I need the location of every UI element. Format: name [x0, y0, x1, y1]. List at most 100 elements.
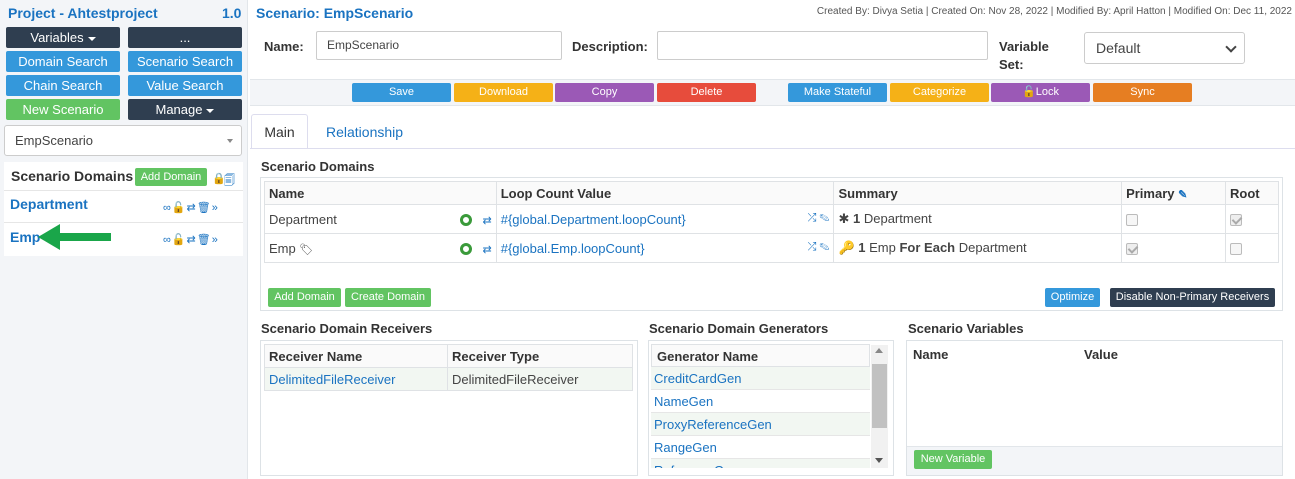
tab-relationship[interactable]: Relationship: [326, 124, 403, 140]
unlock-icon: 🔓: [1022, 86, 1036, 98]
loop-count-link[interactable]: #{global.Emp.loopCount}: [501, 241, 645, 256]
generators-list: Generator Name CreditCardGen NameGen Pro…: [651, 344, 870, 468]
table-row: Emp 🏷 ⇄ #{global.Emp.loopCount} ⤮ ✎ 🔑 1 …: [264, 233, 1280, 263]
manage-button-label: Manage: [155, 102, 203, 117]
locked-list-icon[interactable]: 🗐: [224, 172, 235, 191]
description-label: Description:: [572, 39, 648, 54]
name-label: Name:: [264, 39, 304, 54]
domain-name: Department: [269, 211, 337, 227]
key-icon: 🔑: [838, 240, 855, 255]
divider: [4, 190, 243, 191]
scenario-select[interactable]: EmpScenario: [4, 125, 242, 156]
table-row: DelimitedFileReceiver DelimitedFileRecei…: [264, 367, 633, 391]
col-root: Root: [1224, 181, 1280, 205]
green-arrow-shaft: [58, 233, 111, 241]
description-input[interactable]: [657, 31, 988, 60]
delete-button[interactable]: Delete: [657, 83, 756, 102]
row-icons: ⇄: [459, 241, 492, 256]
variables-button[interactable]: Variables: [6, 27, 120, 48]
project-title: Project - Ahtestproject: [8, 5, 158, 21]
project-version: 1.0: [222, 5, 242, 21]
generators-scroll-thumb[interactable]: [872, 364, 887, 428]
root-checkbox[interactable]: [1229, 214, 1242, 227]
domain-name: Emp: [269, 240, 296, 256]
generator-item[interactable]: RangeGen: [651, 436, 870, 459]
scroll-down-icon[interactable]: [875, 458, 883, 463]
variable-set-label: Variable: [999, 39, 1049, 54]
sync-button[interactable]: Sync: [1093, 83, 1192, 102]
receiver-name-link[interactable]: DelimitedFileReceiver: [269, 372, 395, 387]
primary-checkbox[interactable]: [1126, 243, 1139, 256]
summary-cell: 🔑 1 Emp For Each Department: [833, 233, 1123, 263]
tab-main[interactable]: Main: [251, 114, 308, 148]
left-domain-emp[interactable]: Emp: [10, 229, 40, 245]
scenario-meta: Created By: Divya Setia | Created On: No…: [816, 6, 1292, 17]
green-arrow-icon: [38, 224, 60, 250]
root-checkbox[interactable]: [1229, 243, 1242, 256]
create-domain-button[interactable]: Create Domain: [345, 288, 431, 307]
domain-row-actions-icons[interactable]: ∞🔓⇄🗑︎»: [163, 201, 219, 214]
table-row: Department ⇄ #{global.Department.loopCou…: [264, 204, 1280, 234]
categorize-button[interactable]: Categorize: [890, 83, 989, 102]
swap-icon[interactable]: ⇄: [483, 215, 492, 227]
lifebuoy-icon[interactable]: [459, 214, 472, 227]
swap-icon[interactable]: ⇄: [483, 244, 492, 256]
add-domain-button[interactable]: Add Domain: [268, 288, 341, 307]
scenario-title: Scenario: EmpScenario: [256, 5, 414, 21]
domain-name-cell: Emp 🏷 ⇄: [264, 233, 497, 263]
lock-button[interactable]: 🔓Lock: [991, 83, 1090, 102]
col-receiver-type: Receiver Type: [447, 344, 633, 368]
save-button[interactable]: Save: [352, 83, 451, 102]
generator-item[interactable]: CreditCardGen: [651, 367, 870, 390]
col-variable-name: Name: [913, 347, 949, 362]
summary-tail: Department: [958, 240, 1027, 255]
summary-text: Department: [863, 211, 932, 226]
new-variable-button[interactable]: New Variable: [914, 450, 992, 469]
primary-checkbox[interactable]: [1126, 214, 1139, 227]
edit-icon[interactable]: ✎: [1178, 189, 1187, 201]
col-primary-label: Primary: [1126, 185, 1175, 201]
scenario-search-button[interactable]: Scenario Search: [128, 51, 242, 72]
left-domains-title: Scenario Domains: [11, 168, 134, 184]
manage-button[interactable]: Manage: [128, 99, 242, 120]
summary-count: 1: [852, 211, 861, 226]
generator-item[interactable]: ReferenceGen: [651, 459, 870, 468]
domain-row-actions-icons[interactable]: ∞🔓⇄🗑︎»: [163, 233, 219, 246]
left-domain-department[interactable]: Department: [10, 196, 88, 212]
make-stateful-button[interactable]: Make Stateful: [788, 83, 887, 102]
divider: [4, 222, 243, 223]
summary-cell: ✱ 1 Department: [833, 204, 1123, 234]
optimize-button[interactable]: Optimize: [1045, 288, 1100, 307]
variable-set-select[interactable]: Default: [1084, 32, 1245, 64]
left-add-domain-button[interactable]: Add Domain: [135, 168, 207, 186]
generator-item[interactable]: ProxyReferenceGen: [651, 413, 870, 436]
download-button[interactable]: Download: [454, 83, 553, 102]
tag-icon: 🏷: [299, 243, 314, 256]
more-button[interactable]: ...: [128, 27, 242, 48]
variables-title: Scenario Variables: [908, 321, 1024, 336]
shuffle-edit-icons[interactable]: ⤮ ✎: [808, 241, 830, 254]
disable-non-primary-button[interactable]: Disable Non-Primary Receivers: [1110, 288, 1275, 307]
lock-button-label: Lock: [1035, 86, 1059, 98]
generators-title: Scenario Domain Generators: [649, 321, 829, 336]
name-input[interactable]: EmpScenario: [316, 31, 562, 60]
variables-button-label: Variables: [30, 30, 84, 45]
col-loop-count: Loop Count Value: [495, 181, 835, 205]
shuffle-edit-icons[interactable]: ⤮ ✎: [808, 212, 830, 225]
chain-search-button[interactable]: Chain Search: [6, 75, 120, 96]
copy-button[interactable]: Copy: [555, 83, 654, 102]
scroll-up-icon[interactable]: [875, 348, 883, 353]
caret-down-icon: [87, 36, 96, 41]
loop-cell: #{global.Emp.loopCount} ⤮ ✎: [495, 233, 835, 263]
value-search-button[interactable]: Value Search: [128, 75, 242, 96]
domain-search-button[interactable]: Domain Search: [6, 51, 120, 72]
generator-item[interactable]: NameGen: [651, 390, 870, 413]
loop-count-link[interactable]: #{global.Department.loopCount}: [501, 212, 686, 227]
row-icons: ⇄: [459, 212, 492, 227]
new-scenario-button[interactable]: New Scenario: [6, 99, 120, 120]
summary-text: Emp: [869, 240, 896, 255]
loop-cell: #{global.Department.loopCount} ⤮ ✎: [495, 204, 835, 234]
lifebuoy-icon[interactable]: [459, 243, 472, 256]
tabs-divider: [250, 148, 1295, 149]
scenario-domains-title: Scenario Domains: [261, 159, 375, 174]
